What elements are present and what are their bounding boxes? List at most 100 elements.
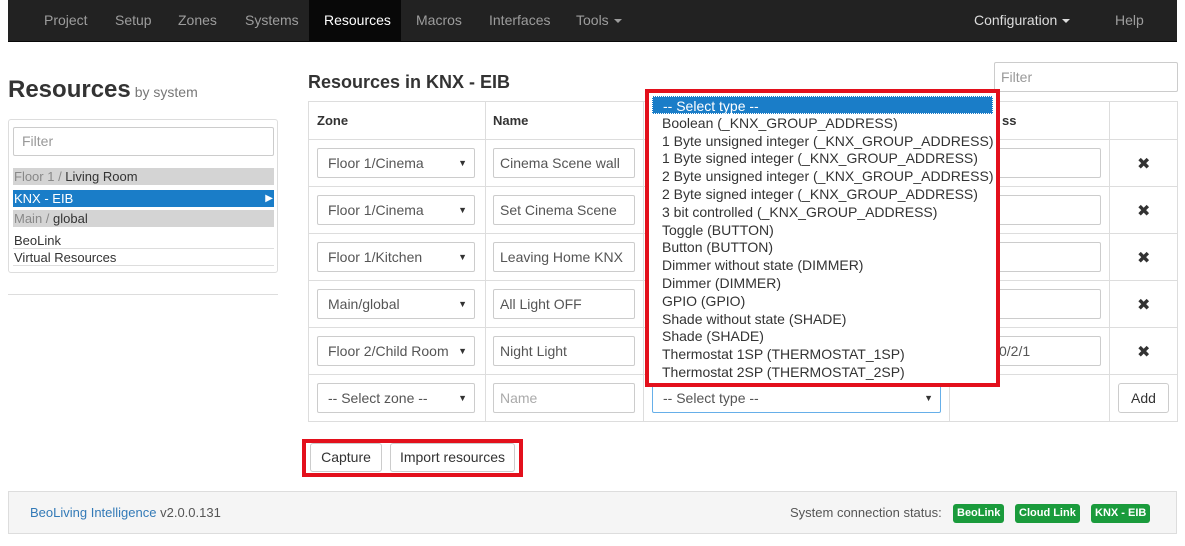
- page-title-text: Resources: [8, 76, 131, 103]
- name-input[interactable]: Cinema Scene wall: [493, 148, 635, 178]
- type-option[interactable]: GPIO (GPIO): [652, 292, 993, 310]
- sidebar-divider: [8, 294, 278, 295]
- nav-tools-label: Tools: [576, 12, 609, 28]
- new-type-select-value: -- Select type --: [663, 390, 759, 406]
- new-name-input[interactable]: Name: [493, 383, 635, 413]
- type-option[interactable]: Shade (SHADE): [652, 327, 993, 345]
- delete-icon[interactable]: ✖: [1137, 342, 1150, 362]
- type-option[interactable]: Thermostat 1SP (THERMOSTAT_1SP): [652, 345, 993, 363]
- nav-configuration-label: Configuration: [974, 12, 1058, 28]
- caret-down-icon: ▼: [458, 252, 467, 262]
- add-button[interactable]: Add: [1118, 383, 1169, 413]
- nav-configuration-dropdown[interactable]: Configuration: [959, 0, 1085, 41]
- nav-systems[interactable]: Systems: [230, 0, 314, 41]
- resource-filter-input[interactable]: Filter: [994, 62, 1178, 92]
- tree-item-label: KNX - EIB: [14, 191, 74, 206]
- type-option[interactable]: Boolean (_KNX_GROUP_ADDRESS): [652, 114, 993, 132]
- app-name-link[interactable]: BeoLiving Intelligence: [30, 505, 156, 520]
- page-subtitle: by system: [134, 84, 198, 100]
- caret-down-icon: [1062, 19, 1071, 24]
- zone-select-value: Floor 2/Child Room: [328, 343, 449, 359]
- type-option[interactable]: 2 Byte signed integer (_KNX_GROUP_ADDRES…: [652, 185, 993, 203]
- type-option[interactable]: Toggle (BUTTON): [652, 221, 993, 239]
- zone-select-value: Floor 1/Cinema: [328, 202, 424, 218]
- nav-zones[interactable]: Zones: [163, 0, 232, 41]
- status-badge-beolink: BeoLink: [953, 504, 1005, 523]
- type-dropdown-list: -- Select type -- Boolean (_KNX_GROUP_AD…: [645, 89, 1000, 387]
- type-option[interactable]: 2 Byte unsigned integer (_KNX_GROUP_ADDR…: [652, 167, 993, 185]
- nav-tools-dropdown[interactable]: Tools: [561, 0, 637, 41]
- tree-item-prefix: Main /: [14, 211, 54, 226]
- column-header-address: ss: [1002, 113, 1017, 128]
- tree-item-prefix: Floor 1 /: [14, 169, 66, 184]
- zone-select[interactable]: Main/global ▼: [317, 289, 475, 319]
- top-navbar: Project Setup Zones Systems Resources Ma…: [8, 0, 1177, 42]
- nav-interfaces[interactable]: Interfaces: [474, 0, 565, 41]
- tree-item-label: global: [53, 211, 88, 226]
- delete-icon[interactable]: ✖: [1137, 201, 1150, 221]
- type-option[interactable]: Thermostat 2SP (THERMOSTAT_2SP): [652, 363, 993, 381]
- delete-icon[interactable]: ✖: [1137, 154, 1150, 174]
- tree-item-living-room[interactable]: Floor 1 / Living Room: [13, 168, 274, 185]
- zone-select[interactable]: Floor 2/Child Room ▼: [317, 336, 475, 366]
- caret-down-icon: ▼: [458, 393, 467, 403]
- zone-select[interactable]: Floor 1/Cinema ▼: [317, 148, 475, 178]
- tree-item-knx-eib[interactable]: KNX - EIB ▶: [13, 190, 274, 207]
- name-input[interactable]: All Light OFF: [493, 289, 635, 319]
- page-title: Resources by system: [8, 76, 198, 104]
- tree-item-label: Living Room: [65, 169, 138, 184]
- nav-project[interactable]: Project: [29, 0, 103, 41]
- caret-down-icon: ▼: [458, 346, 467, 356]
- import-resources-button[interactable]: Import resources: [390, 443, 515, 472]
- name-input[interactable]: Leaving Home KNX: [493, 242, 635, 272]
- caret-down-icon: ▼: [924, 393, 933, 403]
- footer: BeoLiving Intelligence v2.0.0.131 System…: [8, 491, 1177, 534]
- delete-icon[interactable]: ✖: [1137, 295, 1150, 315]
- status-badge-knx-eib: KNX - EIB: [1091, 504, 1151, 523]
- delete-icon[interactable]: ✖: [1137, 248, 1150, 268]
- nav-macros[interactable]: Macros: [401, 0, 477, 41]
- capture-button[interactable]: Capture: [310, 443, 382, 472]
- type-option[interactable]: Button (BUTTON): [652, 238, 993, 256]
- address-input[interactable]: [992, 148, 1101, 178]
- tree-item-virtual-resources[interactable]: Virtual Resources: [13, 249, 274, 266]
- address-input[interactable]: [992, 242, 1101, 272]
- new-zone-select[interactable]: -- Select zone -- ▼: [317, 383, 475, 413]
- address-input[interactable]: [992, 289, 1101, 319]
- zone-select-value: Floor 1/Cinema: [328, 155, 424, 171]
- status-badge-cloud-link: Cloud Link: [1015, 504, 1080, 523]
- caret-down-icon: [613, 19, 622, 24]
- tree-filter-input[interactable]: Filter: [13, 127, 274, 156]
- zone-select-value: Floor 1/Kitchen: [328, 249, 423, 265]
- zone-select[interactable]: Floor 1/Kitchen ▼: [317, 242, 475, 272]
- zone-select-value: Main/global: [328, 296, 400, 312]
- address-input[interactable]: [992, 195, 1101, 225]
- name-input[interactable]: Set Cinema Scene: [493, 195, 635, 225]
- caret-down-icon: ▼: [458, 205, 467, 215]
- nav-resources[interactable]: Resources: [309, 0, 401, 41]
- type-option[interactable]: Dimmer without state (DIMMER): [652, 256, 993, 274]
- nav-setup[interactable]: Setup: [100, 0, 167, 41]
- zone-select[interactable]: Floor 1/Cinema ▼: [317, 195, 475, 225]
- connection-status-label: System connection status:: [790, 505, 942, 520]
- address-input[interactable]: 0/2/1: [992, 336, 1101, 366]
- nav-help[interactable]: Help: [1100, 0, 1159, 41]
- tree-item-beolink[interactable]: BeoLink: [13, 232, 274, 249]
- caret-right-icon: ▶: [265, 193, 273, 204]
- new-zone-select-value: -- Select zone --: [328, 390, 428, 406]
- type-option[interactable]: Shade without state (SHADE): [652, 310, 993, 328]
- type-option[interactable]: 1 Byte unsigned integer (_KNX_GROUP_ADDR…: [652, 132, 993, 150]
- column-header-name: Name: [493, 113, 529, 128]
- new-type-select[interactable]: -- Select type -- ▼: [652, 383, 941, 413]
- caret-down-icon: ▼: [458, 299, 467, 309]
- type-option[interactable]: -- Select type --: [652, 96, 993, 114]
- system-tree-panel: Filter Floor 1 / Living Room KNX - EIB ▶…: [8, 119, 278, 273]
- column-header-zone: Zone: [317, 113, 349, 128]
- app-version: v2.0.0.131: [160, 505, 221, 520]
- tree-item-global[interactable]: Main / global: [13, 210, 274, 227]
- type-option[interactable]: 3 bit controlled (_KNX_GROUP_ADDRESS): [652, 203, 993, 221]
- type-option[interactable]: 1 Byte signed integer (_KNX_GROUP_ADDRES…: [652, 149, 993, 167]
- main-title: Resources in KNX - EIB: [308, 72, 511, 92]
- type-option[interactable]: Dimmer (DIMMER): [652, 274, 993, 292]
- name-input[interactable]: Night Light: [493, 336, 635, 366]
